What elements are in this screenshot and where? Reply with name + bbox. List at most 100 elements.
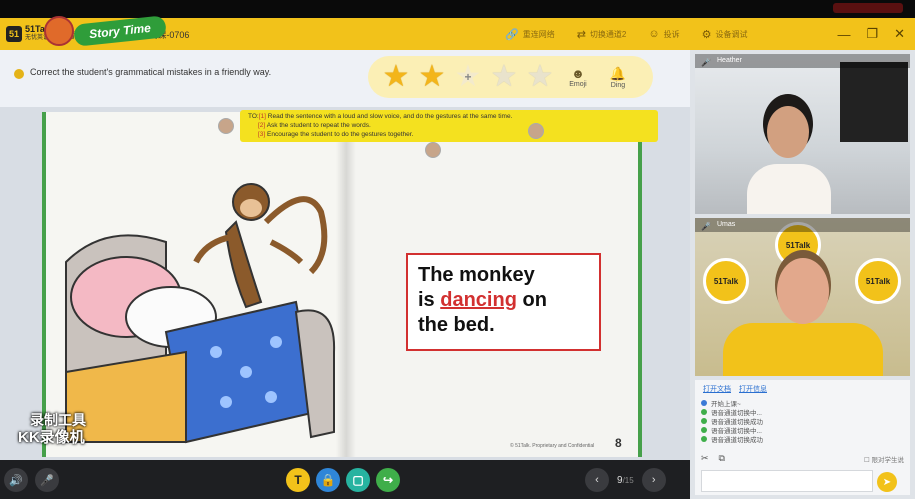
share-icon: ↪ [382,473,394,487]
background-tv [840,62,908,142]
sentence-box: The monkey is dancing on the bed. [406,253,601,351]
brand-logo-bg: 51Talk [703,258,749,304]
emoji-label: Emoji [569,81,587,88]
speaker-button[interactable]: 🔊 [4,468,28,492]
speaker-icon: 🔊 [9,474,23,487]
pager: ‹ 9/15 › [585,468,666,492]
logo-mark: 51 [6,26,22,42]
link-icon: 🔗 [505,28,519,41]
text-tool-icon: T [294,473,302,487]
bell-icon: 🔔 [609,65,627,81]
send-icon: ➤ [882,476,892,488]
add-star-icon[interactable]: ★ + [450,59,486,95]
star-icon[interactable]: ★ [378,59,414,95]
chat-input[interactable] [701,470,873,492]
shuffle-icon: ⇄ [576,28,586,41]
device-test-button[interactable]: ⚙ 设备调试 [702,28,748,41]
watermark-line: 录制工具 [30,412,86,428]
restore-icon[interactable]: ❐ [866,26,878,42]
device-test-label: 设备调试 [715,29,748,39]
select-tool-button[interactable]: ▢ [346,468,370,492]
teacher-face [777,258,829,324]
book-spine [336,112,356,457]
right-panel: 🎤 Heather 51Talk 51Talk 51Talk 🎤 Umas 打开文档… [690,50,915,499]
hint-icon [14,69,24,79]
select-icon: ▢ [352,473,364,487]
ding-button[interactable]: 🔔 Ding [598,66,638,89]
brand-logo-bg: 51Talk [855,258,901,304]
pointer-avatar [425,142,441,158]
switch-channel-label: 切换通道2 [589,29,627,39]
send-button[interactable]: ➤ [877,472,897,492]
instruction-text: Correct the student's grammatical mistak… [30,67,272,77]
share-tool-button[interactable]: ↪ [376,468,400,492]
page-counter: 9/15 [617,475,634,486]
reconnect-button[interactable]: 🔗 重连网络 [505,28,555,41]
page-total: /15 [622,475,634,485]
reconnect-label: 重连网络 [522,29,555,39]
highlighted-word: dancing [440,289,517,311]
teacher-figure [723,323,883,376]
watermark-line: KK录像机 [18,429,85,446]
copyright-text: © 51Talk. Proprietary and Confidential [510,443,595,449]
emoji-button[interactable]: ☻ Emoji [558,66,598,88]
status-dot [701,417,707,424]
status-dot [701,399,707,406]
mic-icon: 🎤 [701,222,711,231]
note-text: Ask the student to repeat the words. [266,122,371,129]
mic-icon: 🎤 [40,474,54,487]
open-document-link[interactable]: 打开文档 [703,384,731,394]
open-info-link[interactable]: 打开信息 [739,384,767,394]
story-time-label: Story Time [73,15,167,47]
sentence-text: on [516,289,547,311]
brand-logo-text: 51Talk [713,276,739,286]
student-figure [747,164,831,214]
note-num: [2] [258,122,266,129]
close-icon[interactable]: ✕ [894,26,905,42]
brand-logo-text: 51Talk [865,276,891,286]
ding-label: Ding [610,81,626,89]
chevron-right-icon: › [651,474,656,486]
feedback-icon: ☺ [648,28,660,40]
student-face [767,106,809,158]
note-prefix: TO: [248,113,259,120]
star-icon[interactable]: ★ [414,59,450,95]
text-tool-button[interactable]: T [286,468,310,492]
note-text: Encourage the student to do the gestures… [267,131,414,138]
brand-logo-text: 51Talk [785,240,811,250]
screenshot-icon[interactable]: ⧉ [719,453,725,464]
next-page-button[interactable]: › [641,468,666,492]
student-video: 🎤 Heather [695,54,910,214]
chat-panel: 打开文档 打开信息 开始上课~ 语音通道切换中... 语音通道切换成功 语音通道… [695,380,910,495]
window-controls: — ❐ ✕ [837,18,905,50]
story-time-badge: Story Time [40,12,170,48]
star-icon[interactable]: ★ [486,59,522,95]
scissors-icon[interactable]: ✂ [701,453,709,464]
star-icon[interactable]: ★ [522,59,558,95]
lock-tool-button[interactable]: 🔒 [316,468,340,492]
mascot-icon [44,16,74,46]
chat-tabs: 打开文档 打开信息 [695,380,910,398]
mic-icon: 🎤 [701,58,711,67]
teacher-cursor-avatar [218,118,234,134]
prev-page-button[interactable]: ‹ [585,468,609,492]
sentence-text: is [418,289,441,311]
status-dot [701,408,707,415]
bottom-toolbar: 🔊 🎤 T 🔒 ▢ ↪ ‹ 9/15 › [0,460,690,499]
minimize-icon[interactable]: — [837,27,850,42]
lock-icon: 🔒 [320,473,336,487]
rating-panel: ★ ★ ★ + ★ ★ ☻ Emoji 🔔 Ding [368,56,653,98]
emoji-icon: ☻ [571,66,585,81]
chat-message: 语音通道切换成功 [701,434,904,444]
switch-channel-button[interactable]: ⇄ 切换通道2 [577,28,627,41]
settings-icon: ⚙ [701,28,712,41]
recording-indicator [833,3,903,13]
sentence-line: the bed. [418,314,495,336]
private-chat-toggle[interactable]: ☐ 限对学生说 [864,454,904,464]
title-actions: 🔗 重连网络 ⇄ 切换通道2 ☺ 投诉 ⚙ 设备调试 [505,18,747,50]
complaint-button[interactable]: ☺ 投诉 [648,28,679,40]
complaint-label: 投诉 [663,29,680,39]
mic-button[interactable]: 🎤 [35,468,59,492]
recorder-watermark: 录制工具 KK录像机 [18,412,86,446]
teacher-note: TO:[1] Read the sentence with a loud and… [240,110,658,142]
